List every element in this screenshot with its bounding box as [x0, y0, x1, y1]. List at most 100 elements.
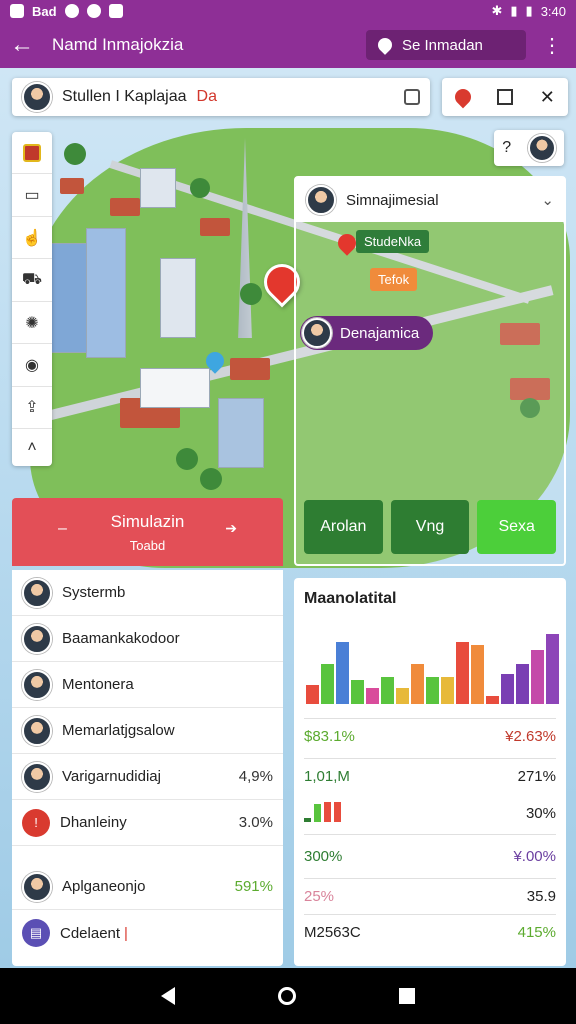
- location-panel-title: Simnajimesial: [346, 191, 439, 209]
- tree: [240, 283, 262, 305]
- bar-chart: [302, 628, 559, 704]
- toolbar-item[interactable]: ⛟: [12, 259, 52, 302]
- chart-bar: [441, 677, 454, 704]
- chart-bar: [321, 664, 334, 704]
- stat-row: 25% 35.9: [304, 888, 556, 905]
- divider: [304, 758, 556, 759]
- more-menu-icon[interactable]: ⋮: [538, 33, 566, 58]
- list-item[interactable]: ! Dhanleiny 3.0%: [12, 800, 283, 846]
- badge-icon: [23, 143, 41, 162]
- stat-row: 300% ¥.00%: [304, 848, 556, 865]
- list-item-label: Memarlatjgsalow: [62, 722, 175, 739]
- list-item[interactable]: Varigarnudidiaj 4,9%: [12, 754, 283, 800]
- fullscreen-icon[interactable]: [497, 89, 514, 105]
- document-icon: ▤: [22, 919, 50, 947]
- status-text: Bad: [32, 3, 57, 19]
- map-tag-green[interactable]: StudeNka: [356, 230, 430, 253]
- simulation-header[interactable]: – Simulazin Toabd ➔: [12, 498, 283, 566]
- toolbar-item[interactable]: [12, 132, 52, 175]
- stat-left: M2563C: [304, 924, 361, 941]
- action-button-1[interactable]: Arolan: [304, 500, 383, 554]
- toolbar-item[interactable]: ✺: [12, 302, 52, 345]
- minus-icon[interactable]: –: [58, 520, 67, 538]
- hand-icon: ☝: [22, 229, 42, 247]
- chart-bar: [456, 642, 469, 704]
- tree: [64, 143, 86, 165]
- back-icon[interactable]: [161, 987, 176, 1005]
- avatar: [527, 134, 556, 162]
- search-bar[interactable]: Stullen I Kaplajaa Da: [12, 78, 430, 116]
- chart-bar: [306, 685, 319, 704]
- tree: [176, 448, 198, 470]
- list-item[interactable]: Memarlatjgsalow: [12, 708, 283, 754]
- list-item-value: 591%: [234, 878, 273, 895]
- list-item[interactable]: Systermb: [12, 570, 283, 616]
- chart-bar: [366, 688, 379, 704]
- list-item[interactable]: Baamankakodoor: [12, 616, 283, 662]
- divider: [304, 878, 556, 879]
- building: [140, 168, 176, 208]
- stat-left: 300%: [304, 848, 343, 865]
- alert-icon: !: [22, 808, 50, 837]
- mail-notification-icon: [108, 4, 123, 18]
- avatar: [22, 761, 52, 792]
- list-item-label: Dhanleiny: [60, 814, 127, 831]
- action-button-3[interactable]: Sexa: [477, 500, 557, 554]
- help-chip[interactable]: ?: [494, 130, 564, 166]
- list-item-label: Baamankakodoor: [62, 630, 180, 647]
- avatar: [306, 185, 336, 215]
- mini-bar: [324, 802, 331, 822]
- close-icon[interactable]: ✕: [540, 87, 555, 108]
- camera-icon[interactable]: [404, 89, 420, 105]
- list-item[interactable]: Mentonera: [12, 662, 283, 708]
- simulation-subtitle: Toabd: [129, 538, 166, 553]
- avatar: [22, 577, 52, 608]
- toolbar-item[interactable]: ˄: [12, 429, 52, 466]
- toolbar-item[interactable]: ☝: [12, 217, 52, 260]
- stat-right: ¥2.63%: [505, 728, 556, 745]
- chart-bar: [531, 650, 544, 704]
- list-item[interactable]: Aplganeonjo 591%: [12, 864, 283, 910]
- arrow-right-icon[interactable]: ➔: [225, 520, 237, 537]
- car-icon: ⛟: [21, 271, 43, 289]
- chart-bar: [486, 696, 499, 704]
- stats-title: Maanolatital: [304, 590, 397, 607]
- window-icon: ▭: [24, 187, 40, 205]
- list-item[interactable]: ▤ Cdelaent |: [12, 910, 283, 956]
- export-icon: ⇪: [25, 399, 39, 417]
- toolbar-item[interactable]: ◉: [12, 344, 52, 387]
- location-icon: [375, 35, 395, 55]
- list-item-label: Varigarnudidiaj: [62, 768, 161, 785]
- action-button-2[interactable]: Vng: [390, 500, 470, 554]
- list-item-label: Aplganeonjo: [62, 878, 146, 895]
- chart-bar: [381, 677, 394, 704]
- building: [218, 398, 264, 468]
- toolbar-item[interactable]: ⇪: [12, 387, 52, 430]
- clock: 3:40: [540, 3, 566, 19]
- avatar: [22, 715, 52, 746]
- mini-bar: [304, 818, 311, 822]
- chart-bar: [351, 680, 364, 704]
- chart-bar: [411, 664, 424, 704]
- location-pin-icon[interactable]: [451, 85, 475, 109]
- search-label: Stullen I Kaplajaa: [62, 88, 187, 105]
- eye-icon: ◉: [25, 356, 39, 374]
- chart-bar: [546, 634, 559, 704]
- list-item-label: Mentonera: [62, 676, 134, 693]
- map-person-label[interactable]: Denajamica: [300, 316, 434, 350]
- home-icon[interactable]: [277, 987, 296, 1005]
- location-panel-header[interactable]: Simnajimesial ⌄: [296, 178, 564, 222]
- toolbar-item[interactable]: ▭: [12, 174, 52, 217]
- avatar: [22, 669, 52, 700]
- search-tag: Da: [196, 88, 217, 105]
- map-tag-orange[interactable]: Tefok: [370, 268, 418, 291]
- stat-right: 271%: [517, 768, 556, 785]
- action-row: Arolan Vng Sexa: [304, 500, 557, 554]
- list-item-value: 4,9%: [238, 768, 273, 785]
- left-toolbar: ▭ ☝ ⛟ ✺ ◉ ⇪ ˄: [12, 132, 52, 466]
- top-action-button[interactable]: Se Inmadan: [366, 30, 526, 60]
- stat-row: 1,01,M 271%: [304, 768, 556, 785]
- back-arrow-icon[interactable]: ←: [10, 31, 42, 59]
- recents-icon[interactable]: [398, 988, 415, 1004]
- chevron-down-icon[interactable]: ⌄: [541, 191, 554, 209]
